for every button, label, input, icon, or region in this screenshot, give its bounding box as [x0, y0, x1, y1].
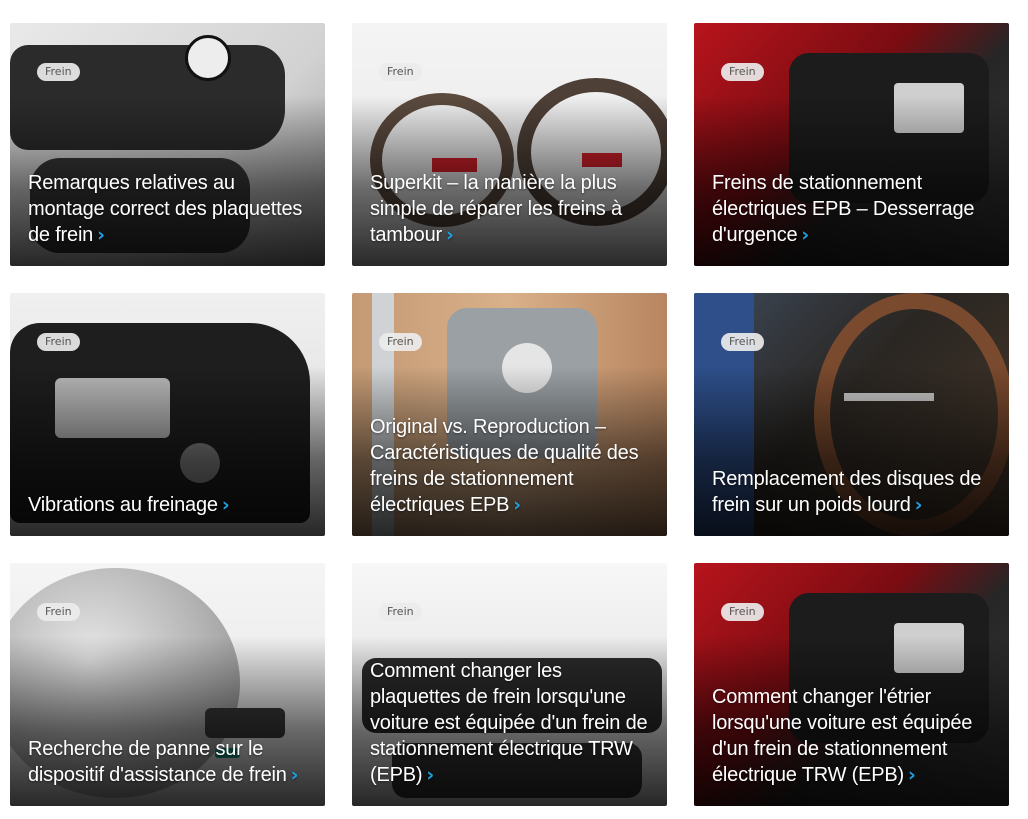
chevron-right-icon: › — [513, 494, 521, 516]
chevron-right-icon: › — [97, 224, 105, 246]
chevron-right-icon: › — [290, 764, 299, 786]
card-title: Comment changer les plaquettes de frein … — [370, 660, 648, 786]
article-card-truck-brake-discs[interactable]: Frein Remplacement des disques de frein … — [694, 293, 1009, 536]
category-tag: Frein — [37, 63, 80, 81]
article-card-original-vs-reproduction[interactable]: Frein Original vs. Reproduction – Caract… — [352, 293, 667, 536]
category-tag: Frein — [37, 603, 80, 621]
article-card-change-pads-epb[interactable]: Frein Comment changer les plaquettes de … — [352, 563, 667, 806]
card-title: Remplacement des disques de frein sur un… — [712, 468, 982, 516]
card-title: Recherche de panne sur le dispositif d'a… — [28, 738, 299, 786]
card-title: Comment changer l'étrier lorsqu'une voit… — [712, 686, 973, 786]
category-tag: Frein — [379, 603, 422, 621]
card-title: Freins de stationnement électriques EPB … — [712, 172, 975, 246]
article-card-brake-vibrations[interactable]: Frein Vibrations au freinage › — [10, 293, 325, 536]
article-card-change-caliper-epb[interactable]: Frein Comment changer l'étrier lorsqu'un… — [694, 563, 1009, 806]
article-card-brake-booster-troubleshooting[interactable]: Frein Recherche de panne sur le disposit… — [10, 563, 325, 806]
chevron-right-icon: › — [914, 494, 923, 516]
chevron-right-icon: › — [908, 764, 916, 786]
category-tag: Frein — [721, 603, 764, 621]
card-title: Remarques relatives au montage correct d… — [28, 172, 303, 246]
chevron-right-icon: › — [426, 764, 434, 786]
article-grid: Frein Remarques relatives au montage cor… — [0, 0, 1028, 819]
card-title: Superkit – la manière la plus simple de … — [370, 172, 622, 246]
article-card-superkit[interactable]: Frein Superkit – la manière la plus simp… — [352, 23, 667, 266]
article-card-epb-emergency-release[interactable]: Frein Freins de stationnement électrique… — [694, 23, 1009, 266]
category-tag: Frein — [379, 333, 422, 351]
category-tag: Frein — [721, 333, 764, 351]
card-title: Original vs. Reproduction – Caractéristi… — [370, 416, 639, 516]
chevron-right-icon: › — [221, 494, 230, 516]
chevron-right-icon: › — [445, 224, 454, 246]
article-card-brake-pads-mounting[interactable]: Frein Remarques relatives au montage cor… — [10, 23, 325, 266]
card-title: Vibrations au freinage › — [28, 494, 230, 516]
category-tag: Frein — [379, 63, 422, 81]
chevron-right-icon: › — [801, 224, 810, 246]
category-tag: Frein — [721, 63, 764, 81]
category-tag: Frein — [37, 333, 80, 351]
